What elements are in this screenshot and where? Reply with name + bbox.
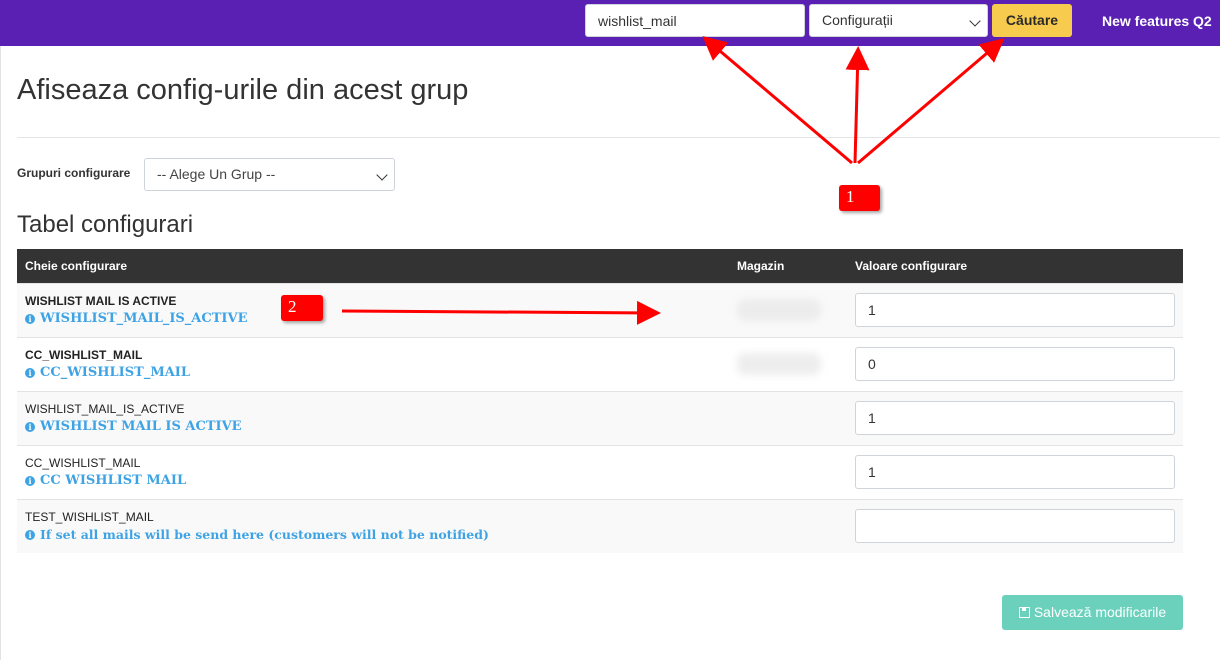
config-value-cell — [847, 444, 1183, 499]
table-title: Tabel configurari — [17, 211, 194, 238]
chevron-down-icon — [969, 15, 981, 27]
group-select[interactable]: -- Alege Un Grup -- — [144, 158, 395, 191]
chevron-down-icon — [376, 169, 388, 181]
table-row: TEST_WISHLIST_MAIL i If set all mails wil… — [17, 498, 1183, 553]
store-cell — [729, 282, 847, 337]
config-value-input[interactable] — [855, 401, 1175, 435]
config-value-cell — [847, 498, 1183, 553]
config-key-description-text: WISHLIST MAIL IS ACTIVE — [40, 419, 242, 434]
table-row: WISHLIST MAIL IS ACTIVE i WISHLIST_MAIL_I… — [17, 282, 1183, 337]
config-key-label: CC_WISHLIST_MAIL — [25, 456, 141, 470]
floppy-disk-icon — [1018, 607, 1030, 618]
config-key-label: CC_WISHLIST_MAIL — [25, 348, 143, 362]
config-key-description[interactable]: i CC_WISHLIST_MAIL — [25, 365, 721, 380]
config-key-label: WISHLIST MAIL IS ACTIVE — [25, 294, 177, 308]
store-cell — [729, 390, 847, 445]
store-cell — [729, 498, 847, 553]
search-button[interactable]: Căutare — [992, 4, 1072, 37]
config-key-label: TEST_WISHLIST_MAIL — [25, 510, 154, 525]
config-key-description-text: CC WISHLIST MAIL — [40, 473, 187, 488]
group-select-value: -- Alege Un Grup -- — [157, 166, 276, 182]
info-icon: i — [25, 367, 35, 378]
config-value-cell — [847, 390, 1183, 445]
config-key-cell: WISHLIST MAIL IS ACTIVE i WISHLIST_MAIL_I… — [17, 282, 729, 337]
top-navbar: Configurații Căutare New features Q2 — [0, 0, 1220, 46]
content-border — [0, 46, 1, 660]
group-select-label: Grupuri configurare — [17, 166, 131, 180]
table-header-row: Cheie configurare Magazin Valoare config… — [17, 249, 1183, 283]
save-changes-label: Salvează modificarile — [1033, 604, 1167, 620]
store-value-blurred — [737, 353, 821, 375]
page-title: Afiseaza config-urile din acest grup — [17, 74, 469, 106]
category-select-value: Configurații — [822, 12, 893, 28]
config-key-description[interactable]: i WISHLIST_MAIL_IS_ACTIVE — [25, 311, 721, 326]
store-cell — [729, 444, 847, 499]
info-icon: i — [25, 313, 35, 324]
header-config-value: Valoare configurare — [855, 258, 968, 273]
info-icon: i — [25, 529, 35, 540]
table-row: CC_WISHLIST_MAIL i CC WISHLIST MAIL — [17, 444, 1183, 499]
config-value-cell — [847, 282, 1183, 337]
config-key-description-text: WISHLIST_MAIL_IS_ACTIVE — [40, 311, 248, 326]
header-config-key: Cheie configurare — [25, 258, 128, 273]
table-row: WISHLIST_MAIL_IS_ACTIVE i WISHLIST MAIL I… — [17, 390, 1183, 445]
info-icon: i — [25, 475, 35, 486]
config-value-input[interactable] — [855, 455, 1175, 489]
config-key-description[interactable]: i If set all mails will be send here (cus… — [25, 527, 721, 542]
annotation-marker-2: 2 — [281, 295, 323, 321]
config-table: Cheie configurare Magazin Valoare config… — [17, 249, 1183, 553]
config-key-description-text: If set all mails will be send here (cust… — [40, 527, 489, 543]
info-icon: i — [25, 421, 35, 432]
config-key-description-text: CC_WISHLIST_MAIL — [40, 365, 191, 380]
config-key-description[interactable]: i WISHLIST MAIL IS ACTIVE — [25, 419, 721, 434]
search-input[interactable] — [585, 4, 805, 37]
annotation-marker-1: 1 — [839, 185, 880, 211]
config-key-label: WISHLIST_MAIL_IS_ACTIVE — [25, 402, 185, 416]
config-key-description[interactable]: i CC WISHLIST MAIL — [25, 473, 721, 488]
config-value-cell — [847, 336, 1183, 391]
store-cell — [729, 336, 847, 391]
config-key-cell: CC_WISHLIST_MAIL i CC_WISHLIST_MAIL — [17, 336, 729, 391]
category-select[interactable]: Configurații — [809, 4, 988, 37]
annotation-arrow — [845, 46, 870, 164]
save-changes-button[interactable]: Salvează modificarile — [1002, 595, 1183, 630]
nav-link-new-features[interactable]: New features Q2 — [1102, 13, 1212, 29]
divider — [17, 137, 1220, 138]
config-value-input[interactable] — [855, 509, 1175, 544]
config-key-cell: TEST_WISHLIST_MAIL i If set all mails wil… — [17, 498, 729, 553]
config-key-cell: CC_WISHLIST_MAIL i CC WISHLIST MAIL — [17, 444, 729, 499]
config-value-input[interactable] — [855, 293, 1175, 327]
store-value-blurred — [737, 299, 821, 321]
header-store: Magazin — [737, 258, 785, 273]
config-value-input[interactable] — [855, 347, 1175, 381]
config-key-cell: WISHLIST_MAIL_IS_ACTIVE i WISHLIST MAIL I… — [17, 390, 729, 445]
annotation-arrow — [857, 38, 1005, 165]
annotation-arrow — [702, 36, 853, 165]
table-row: CC_WISHLIST_MAIL i CC_WISHLIST_MAIL — [17, 336, 1183, 391]
